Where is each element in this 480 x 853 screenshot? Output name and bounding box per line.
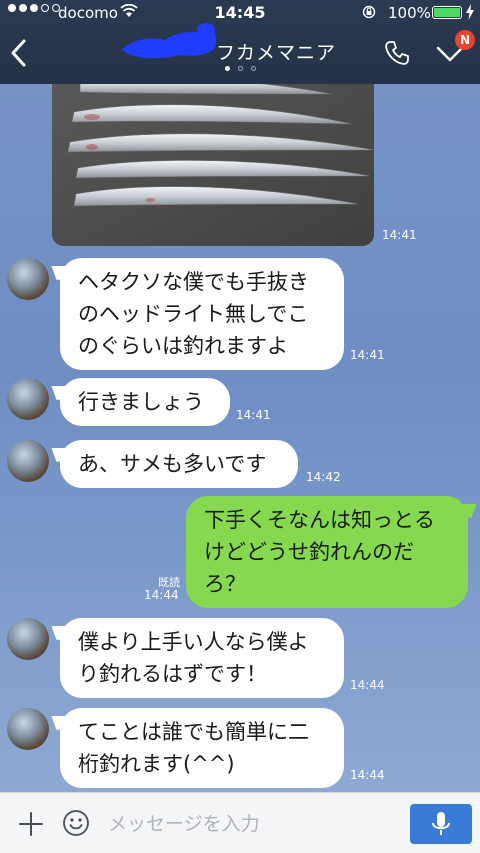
message-time: 14:41	[382, 228, 417, 242]
incoming-message-bubble[interactable]: ヘタクソな僕でも手抜き のヘッドライト無しでこ のぐらいは釣れますよ	[60, 258, 344, 370]
message-line: 下手くそなんは知っとる	[204, 508, 435, 532]
page-indicator	[0, 66, 480, 71]
message-time: 14:42	[306, 470, 341, 484]
message-line: のぐらいは釣れますよ	[78, 334, 288, 358]
message-line: あ、サメも多いです	[78, 452, 267, 476]
message-time: 14:41	[236, 408, 271, 422]
message-line: けどどうせ釣れんのだ	[204, 540, 414, 564]
message-time: 14:41	[350, 348, 385, 362]
avatar[interactable]	[7, 440, 49, 482]
message-line: 僕より上手い人なら僕よ	[78, 630, 309, 654]
redaction-mark	[122, 23, 217, 59]
battery-percent: 100%	[388, 4, 431, 22]
mic-icon	[432, 812, 450, 835]
page-dot	[237, 66, 243, 71]
avatar[interactable]	[7, 708, 49, 750]
message-line: ろ？	[204, 572, 246, 596]
chat-header: docomo 14:45 100% フカメマニア N	[0, 0, 480, 84]
message-time: 14:44	[144, 588, 179, 602]
phone-icon[interactable]	[384, 40, 410, 66]
mic-button[interactable]	[410, 804, 472, 844]
plus-icon[interactable]	[18, 811, 44, 837]
charging-icon	[466, 4, 474, 20]
avatar[interactable]	[7, 258, 49, 300]
chat-area[interactable]: 14:41 ヘタクソな僕でも手抜き のヘッドライト無しでこ のぐらいは釣れますよ…	[0, 84, 480, 792]
avatar[interactable]	[7, 378, 49, 420]
avatar[interactable]	[7, 618, 49, 660]
message-input[interactable]: メッセージを入力	[108, 809, 398, 839]
message-time: 14:44	[350, 768, 385, 782]
message-line: てことは誰でも簡単に二	[78, 720, 309, 744]
message-line: 桁釣れます(^^)	[78, 752, 235, 776]
message-line: り釣れるはずです！	[78, 662, 267, 686]
back-icon[interactable]	[8, 38, 30, 68]
incoming-message-bubble[interactable]: あ、サメも多いです	[60, 440, 298, 488]
outgoing-message-bubble[interactable]: 下手くそなんは知っとる けどどうせ釣れんのだ ろ？	[186, 496, 468, 608]
fish-photo[interactable]	[52, 84, 374, 246]
page-dot	[224, 66, 230, 71]
incoming-message-bubble[interactable]: てことは誰でも簡単に二 桁釣れます(^^)	[60, 708, 344, 788]
chat-title: フカメマニア	[216, 42, 337, 64]
notification-badge: N	[455, 30, 475, 50]
incoming-message-bubble[interactable]: 僕より上手い人なら僕よ り釣れるはずです！	[60, 618, 344, 698]
emoji-icon[interactable]	[62, 809, 90, 837]
battery-level	[434, 8, 460, 17]
incoming-message-bubble[interactable]: 行きましょう	[60, 378, 230, 426]
fish-photo-image	[52, 84, 374, 246]
message-line: のヘッドライト無しでこ	[78, 302, 309, 326]
battery-icon	[432, 6, 462, 19]
page-dot	[250, 66, 256, 71]
message-line: 行きましょう	[78, 390, 204, 414]
message-input-bar: メッセージを入力	[0, 792, 480, 853]
message-line: ヘタクソな僕でも手抜き	[78, 270, 309, 294]
lock-rotation-icon	[362, 5, 376, 19]
message-time: 14:44	[350, 678, 385, 692]
status-bar: docomo 14:45 100%	[0, 0, 480, 26]
